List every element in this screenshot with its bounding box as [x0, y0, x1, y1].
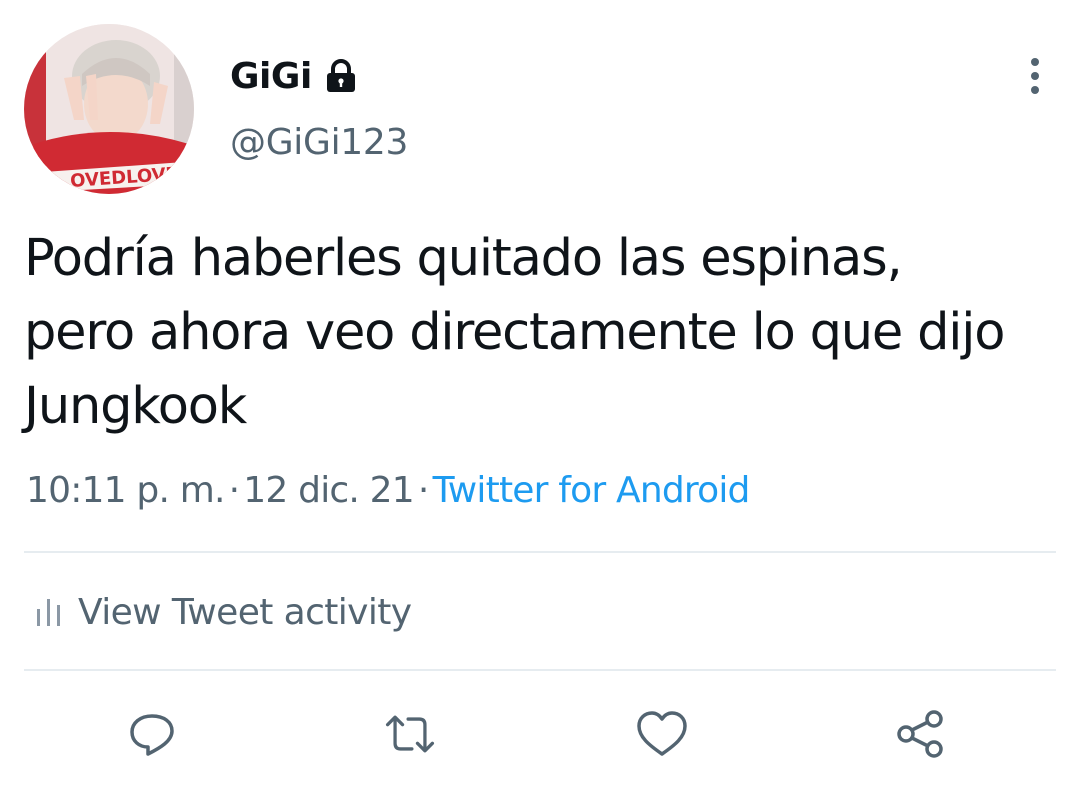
- more-options-button[interactable]: [1010, 54, 1060, 98]
- retweet-button[interactable]: [382, 706, 438, 762]
- share-icon: [897, 710, 943, 758]
- retweet-icon: [385, 715, 435, 753]
- avatar-image: OVEDLOVE: [24, 24, 194, 194]
- user-handle: @GiGi123: [230, 122, 409, 163]
- tweet-source-link[interactable]: Twitter for Android: [433, 470, 751, 511]
- reply-button[interactable]: [124, 706, 180, 762]
- meta-separator: ·: [228, 470, 240, 511]
- author-name-row[interactable]: GiGi: [230, 52, 358, 100]
- like-icon: [637, 711, 687, 756]
- lock-icon: [324, 58, 358, 94]
- divider: [24, 551, 1056, 553]
- bar-chart-icon: [37, 599, 60, 626]
- meta-separator: ·: [417, 470, 429, 511]
- view-tweet-activity-button[interactable]: View Tweet activity: [36, 586, 412, 638]
- tweet-text: Podría haberles quitado las espinas, per…: [24, 229, 1005, 436]
- tweet-meta: 10:11 p. m. · 12 dic. 21 · Twitter for Andro…: [26, 470, 750, 511]
- view-tweet-activity-label: View Tweet activity: [78, 591, 412, 633]
- avatar[interactable]: OVEDLOVE: [24, 24, 194, 194]
- divider: [24, 669, 1056, 671]
- more-vertical-icon: [1031, 58, 1039, 94]
- reply-icon: [130, 714, 174, 756]
- tweet-date: 12 dic. 21: [243, 470, 414, 511]
- share-button[interactable]: [892, 706, 948, 762]
- like-button[interactable]: [634, 706, 690, 762]
- display-name: GiGi: [230, 55, 312, 97]
- tweet-time: 10:11 p. m.: [26, 470, 225, 511]
